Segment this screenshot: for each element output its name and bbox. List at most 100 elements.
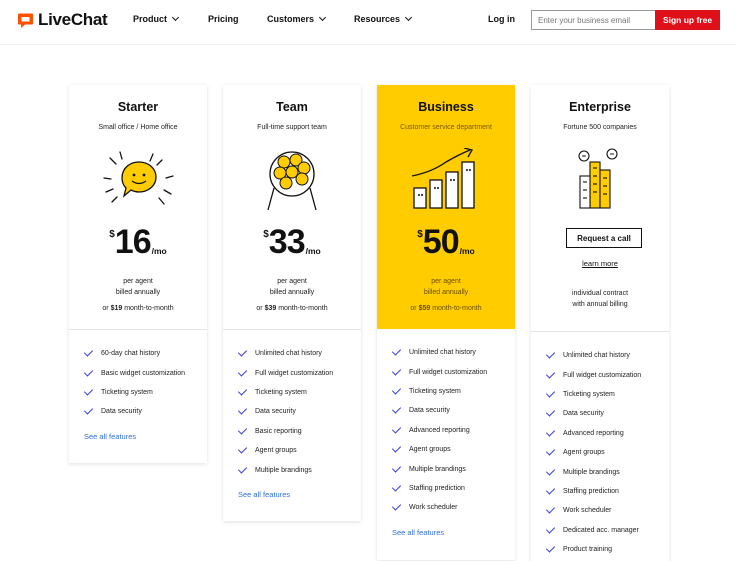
request-call-button[interactable]: Request a call (566, 228, 642, 248)
feature-item: Data security (545, 404, 669, 423)
price: $ 16 /mo (69, 224, 207, 260)
check-icon (83, 347, 94, 357)
check-icon (391, 346, 402, 356)
email-input[interactable] (531, 10, 655, 30)
see-all-features-link[interactable]: See all features (392, 528, 515, 537)
nav-product-label: Product (133, 14, 168, 24)
plan-subtitle: Fortune 500 companies (563, 124, 637, 131)
feature-item: Multiple brandings (237, 460, 361, 479)
check-icon (83, 405, 94, 415)
check-icon (237, 386, 248, 396)
check-icon (237, 425, 248, 435)
feature-item: Full widget customization (545, 365, 669, 384)
learn-more-link[interactable]: learn more (531, 259, 669, 268)
billing-line: billed annually (269, 289, 315, 296)
price-period: /mo (151, 246, 167, 256)
check-icon (545, 485, 556, 495)
check-icon (391, 443, 402, 453)
check-icon (545, 427, 556, 437)
check-icon (237, 405, 248, 415)
contract-note: individual contract with annual billing (531, 288, 669, 310)
contract-note-line: with annual billing (572, 301, 628, 308)
check-icon (545, 524, 556, 534)
check-icon (237, 444, 248, 454)
check-icon (545, 504, 556, 514)
nav-customers[interactable]: Customers (267, 13, 327, 24)
check-icon (237, 463, 248, 474)
nav-divider (0, 44, 736, 45)
feature-item: Data security (237, 402, 361, 421)
price: $ 50 /mo (377, 224, 515, 260)
plan-subtitle: Full-time support team (257, 124, 327, 131)
feature-item: Multiple brandings (545, 462, 669, 481)
see-all-features-link[interactable]: See all features (238, 490, 361, 499)
feature-item: Full widget customization (237, 363, 361, 382)
contract-note-line: individual contract (571, 290, 629, 297)
billing-line: billed annually (115, 289, 161, 296)
feature-item: Unlimited chat history (545, 346, 669, 365)
nav-product[interactable]: Product (133, 13, 180, 24)
nav-customers-label: Customers (267, 14, 315, 24)
check-icon (391, 385, 402, 395)
feature-list: Unlimited chat history Full widget custo… (223, 329, 361, 521)
feature-item: Unlimited chat history (237, 344, 361, 363)
logo-text: LiveChat (38, 10, 108, 29)
billing-info: per agent billed annually (223, 276, 361, 298)
chevron-down-icon (404, 13, 413, 22)
plan-name: Starter (117, 100, 159, 114)
nav-pricing[interactable]: Pricing (208, 14, 239, 24)
price-amount: 33 (268, 223, 306, 261)
plan-header: Team Full-time support team $ 33 /mo per… (223, 85, 361, 329)
price-period: /mo (459, 246, 475, 256)
check-icon (391, 424, 402, 434)
billing-info: per agent billed annually (377, 276, 515, 298)
plan-header: Enterprise Fortune 500 companies Request… (531, 85, 669, 331)
check-icon (545, 368, 556, 379)
see-all-features-link[interactable]: See all features (84, 432, 207, 441)
logo[interactable]: LiveChat (17, 10, 108, 30)
feature-item: Ticketing system (391, 382, 515, 401)
check-icon (391, 462, 402, 473)
check-icon (391, 404, 402, 414)
feature-item: Ticketing system (545, 385, 669, 404)
price-period: /mo (305, 246, 321, 256)
price: $ 33 /mo (223, 224, 361, 260)
login-link[interactable]: Log in (488, 14, 515, 24)
feature-item: Advanced reporting (545, 424, 669, 443)
plan-header: Business Customer service department $ 5… (377, 85, 515, 329)
livechat-logo-icon (17, 12, 34, 29)
check-icon (237, 347, 248, 357)
check-icon (391, 365, 402, 376)
feature-item: Work scheduler (391, 498, 515, 517)
price-amount: 16 (114, 223, 152, 261)
plan-header: Starter Small office / Home office $ 16 … (69, 85, 207, 329)
speech-bubble-icon (98, 148, 178, 212)
check-icon (83, 366, 94, 377)
feature-item: Full widget customization (391, 362, 515, 381)
plan-card-starter: Starter Small office / Home office $ 16 … (69, 85, 207, 463)
feature-item: 60-day chat history (83, 344, 207, 363)
feature-list: Unlimited chat history Full widget custo… (531, 331, 669, 561)
plan-name: Enterprise (569, 100, 631, 114)
feature-list: 60-day chat history Basic widget customi… (69, 329, 207, 463)
feature-item: Basic widget customization (83, 363, 207, 382)
check-icon (545, 465, 556, 476)
feature-item: Basic reporting (237, 422, 361, 441)
plan-card-business: Business Customer service department $ 5… (377, 85, 515, 560)
feature-item: Data security (391, 401, 515, 420)
check-icon (391, 482, 402, 492)
feature-item: Multiple brandings (391, 459, 515, 478)
feature-item: Staffing prediction (391, 479, 515, 498)
billing-line: per agent (431, 278, 461, 285)
check-icon (545, 407, 556, 417)
check-icon (545, 388, 556, 398)
signup-button[interactable]: Sign up free (655, 10, 720, 30)
feature-item: Agent groups (391, 440, 515, 459)
feature-item: Data security (83, 402, 207, 421)
feature-item: Advanced reporting (391, 421, 515, 440)
growth-chart-icon (406, 147, 486, 212)
chevron-down-icon (318, 13, 327, 22)
nav-resources[interactable]: Resources (354, 13, 413, 24)
skyscraper-icon (560, 148, 640, 212)
billing-line: per agent (123, 278, 153, 285)
